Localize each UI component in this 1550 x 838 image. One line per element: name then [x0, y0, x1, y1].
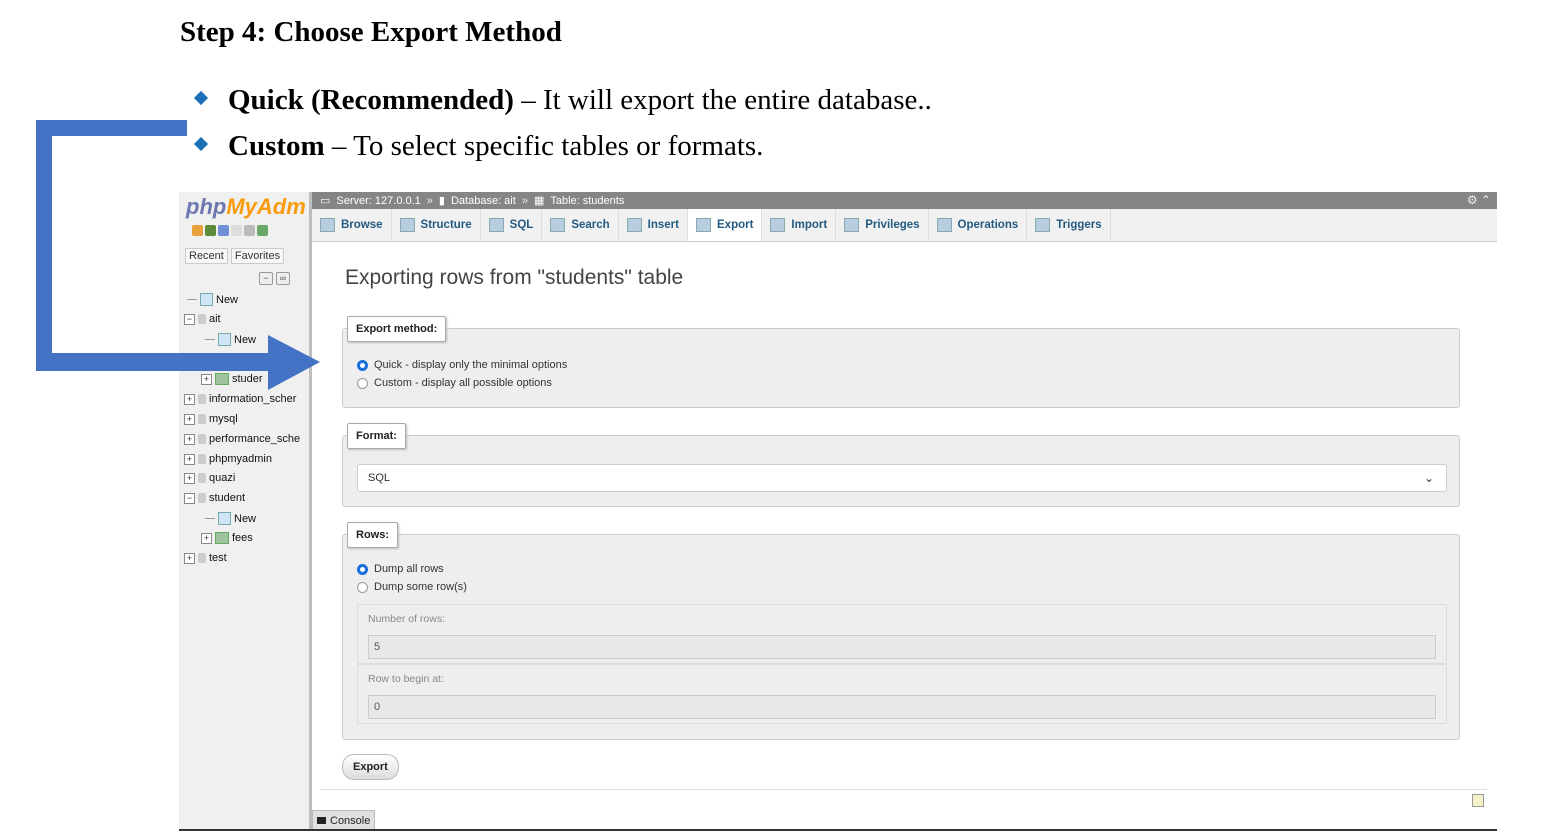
callout-arrow-shape	[36, 120, 320, 390]
callout-arrow	[36, 120, 320, 390]
